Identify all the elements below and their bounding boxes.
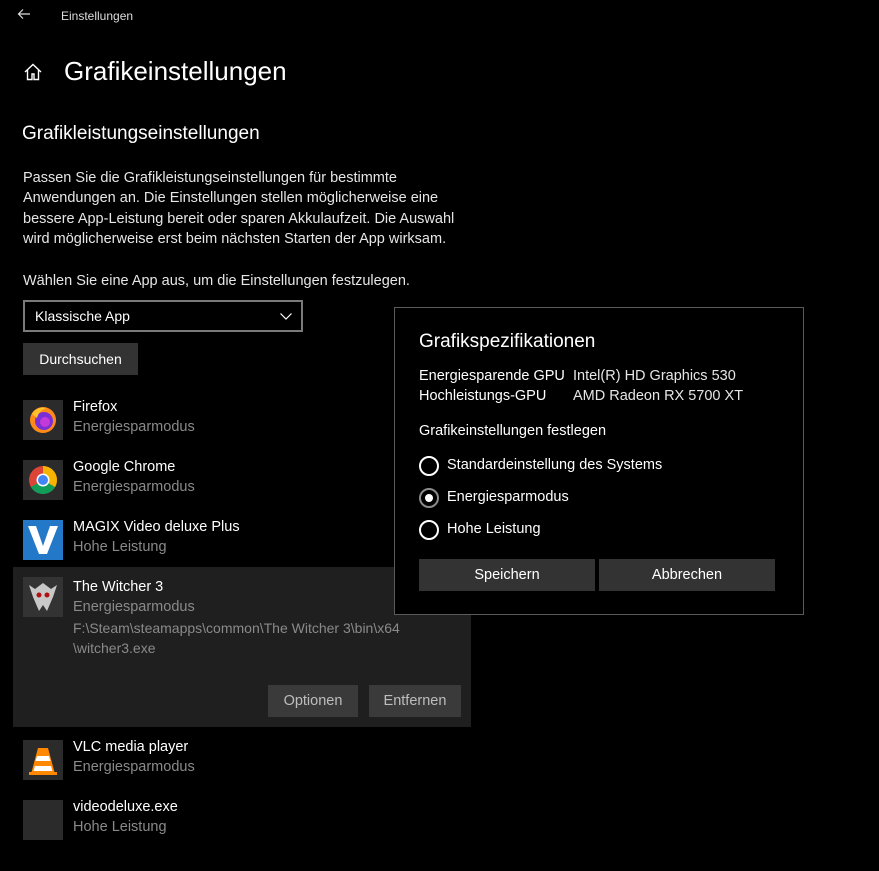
cancel-button-label: Abbrechen bbox=[651, 567, 723, 583]
choose-app-label: Wählen Sie eine App aus, um die Einstell… bbox=[23, 273, 410, 289]
app-mode: Energiesparmodus bbox=[73, 419, 195, 435]
witcher-icon bbox=[23, 577, 63, 617]
remove-button-label: Entfernen bbox=[383, 693, 447, 709]
app-path: F:\Steam\steamapps\common\The Witcher 3\… bbox=[73, 620, 400, 656]
generic-app-icon bbox=[23, 800, 63, 840]
power-saving-gpu-value: Intel(R) HD Graphics 530 bbox=[573, 368, 736, 384]
radio-circle bbox=[419, 488, 439, 508]
cancel-button[interactable]: Abbrechen bbox=[599, 559, 775, 591]
section-title: Grafikleistungseinstellungen bbox=[22, 123, 260, 144]
high-performance-gpu-value: AMD Radeon RX 5700 XT bbox=[573, 388, 744, 404]
back-arrow-icon[interactable] bbox=[14, 6, 34, 26]
radio-circle bbox=[419, 520, 439, 540]
radio-circle bbox=[419, 456, 439, 476]
options-button-label: Optionen bbox=[283, 693, 343, 709]
app-mode: Energiesparmodus bbox=[73, 759, 195, 775]
app-mode: Energiesparmodus bbox=[73, 479, 195, 495]
window-title: Einstellungen bbox=[61, 9, 134, 23]
app-list-item-vlc[interactable]: VLC media player Energiesparmodus bbox=[13, 735, 471, 795]
radio-power-saving[interactable]: Energiesparmodus bbox=[419, 488, 759, 510]
app-name: The Witcher 3 bbox=[73, 579, 164, 595]
page-title: Grafikeinstellungen bbox=[64, 56, 287, 86]
radio-label: Energiesparmodus bbox=[447, 489, 569, 505]
firefox-icon bbox=[23, 400, 63, 440]
app-list-item-videodeluxe[interactable]: videodeluxe.exe Hohe Leistung bbox=[13, 795, 471, 855]
app-type-dropdown[interactable]: Klassische App bbox=[23, 300, 303, 332]
vlc-icon bbox=[23, 740, 63, 780]
chevron-down-icon bbox=[279, 309, 293, 323]
app-mode: Hohe Leistung bbox=[73, 539, 167, 555]
radio-system-default[interactable]: Standardeinstellung des Systems bbox=[419, 456, 759, 478]
save-button-label: Speichern bbox=[474, 567, 540, 583]
home-icon[interactable] bbox=[22, 61, 44, 83]
chrome-icon bbox=[23, 460, 63, 500]
app-mode: Hohe Leistung bbox=[73, 819, 167, 835]
browse-button[interactable]: Durchsuchen bbox=[23, 343, 138, 375]
app-name: videodeluxe.exe bbox=[73, 799, 178, 815]
save-button[interactable]: Speichern bbox=[419, 559, 595, 591]
power-saving-gpu-label: Energiesparende GPU bbox=[419, 368, 565, 384]
magix-icon bbox=[23, 520, 63, 560]
dialog-title: Grafikspezifikationen bbox=[419, 331, 596, 352]
app-type-value: Klassische App bbox=[35, 308, 130, 324]
browse-button-label: Durchsuchen bbox=[39, 351, 122, 367]
radio-label: Standardeinstellung des Systems bbox=[447, 457, 663, 473]
dialog-subtitle: Grafikeinstellungen festlegen bbox=[419, 423, 607, 439]
radio-selected-dot bbox=[425, 494, 433, 502]
remove-button[interactable]: Entfernen bbox=[369, 685, 461, 717]
app-name: Google Chrome bbox=[73, 459, 176, 475]
app-name: Firefox bbox=[73, 399, 118, 415]
radio-high-performance[interactable]: Hohe Leistung bbox=[419, 520, 759, 542]
graphics-specifications-dialog: Grafikspezifikationen Energiesparende GP… bbox=[394, 307, 804, 615]
radio-label: Hohe Leistung bbox=[447, 521, 541, 537]
options-button[interactable]: Optionen bbox=[268, 685, 358, 717]
high-performance-gpu-label: Hochleistungs-GPU bbox=[419, 388, 547, 404]
app-name: VLC media player bbox=[73, 739, 189, 755]
app-mode: Energiesparmodus bbox=[73, 599, 195, 615]
app-name: MAGIX Video deluxe Plus bbox=[73, 519, 240, 535]
title-bar: Einstellungen bbox=[0, 0, 879, 32]
section-description: Passen Sie die Grafikleistungseinstellun… bbox=[23, 170, 455, 248]
